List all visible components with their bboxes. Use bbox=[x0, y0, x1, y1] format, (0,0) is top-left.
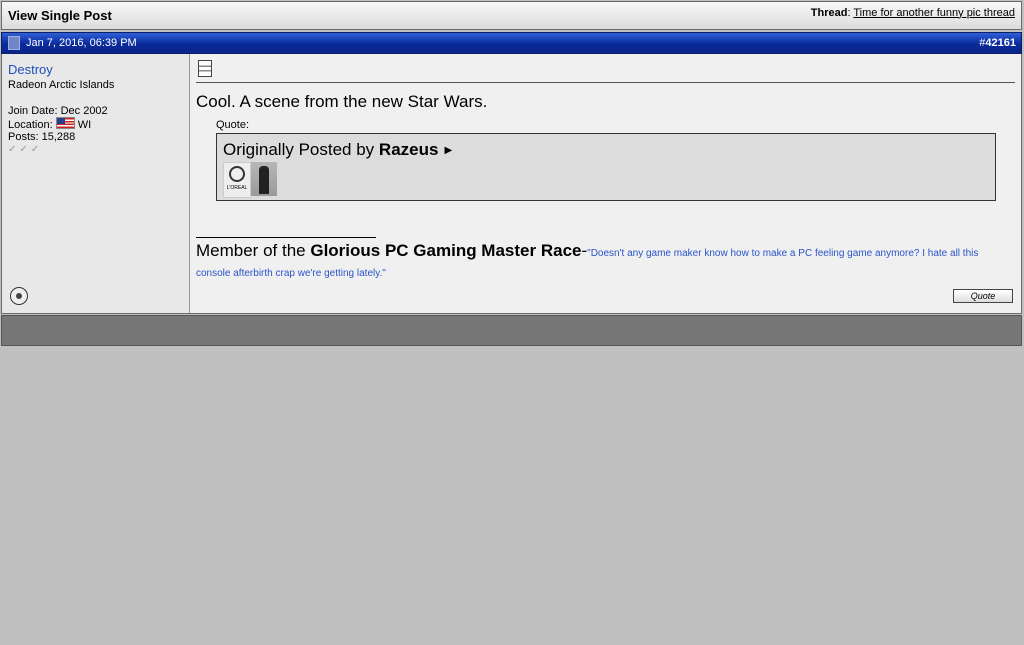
post-count: Posts: 15,288 bbox=[8, 131, 76, 143]
quote-images: L'OREAL bbox=[223, 162, 989, 198]
title-bar: View Single Post Thread: Time for anothe… bbox=[1, 1, 1022, 30]
thread-label: Thread bbox=[810, 6, 848, 19]
signature-bold: Glorious PC Gaming Master Race bbox=[310, 241, 582, 260]
quote-attribution: Originally Posted by Razeus ▶ bbox=[223, 140, 989, 160]
signature-divider bbox=[196, 237, 376, 238]
join-date: Join Date: Dec 2002 bbox=[8, 105, 108, 117]
thread-link[interactable]: Time for another funny pic thread bbox=[853, 7, 1015, 19]
username-link[interactable]: Destroy bbox=[8, 62, 183, 77]
user-info-panel: Destroy Radeon Arctic Islands Join Date:… bbox=[2, 54, 190, 313]
thread-info: Thread: Time for another funny pic threa… bbox=[810, 6, 1015, 19]
post-date-area: Jan 7, 2016, 06:39 PM bbox=[8, 36, 137, 50]
location-value: WI bbox=[77, 119, 92, 131]
quote-box: Originally Posted by Razeus ▶ L'OREAL bbox=[216, 133, 996, 201]
user-title: Radeon Arctic Islands bbox=[8, 79, 115, 91]
quote-button[interactable]: Quote bbox=[953, 289, 1013, 303]
logo-text: L'OREAL bbox=[226, 185, 248, 191]
us-flag-icon bbox=[55, 117, 75, 129]
location-label: Location: bbox=[8, 119, 53, 131]
quote-author: Razeus bbox=[378, 140, 439, 159]
signature-prefix: Member of the bbox=[196, 241, 306, 260]
post-number: #42161 bbox=[979, 37, 1016, 49]
post-number-link[interactable]: 42161 bbox=[985, 37, 1016, 49]
quote-prefix: Originally Posted by bbox=[223, 140, 375, 159]
reputation-icon: ✓✓✓ bbox=[8, 144, 43, 155]
post-body: Destroy Radeon Arctic Islands Join Date:… bbox=[1, 54, 1022, 314]
post-header-bar: Jan 7, 2016, 06:39 PM #42161 bbox=[1, 32, 1022, 54]
single-post-page: View Single Post Thread: Time for anothe… bbox=[1, 1, 1022, 346]
footer-bar bbox=[1, 315, 1022, 346]
offline-status-icon bbox=[10, 287, 28, 305]
post-content: Cool. A scene from the new Star Wars. Qu… bbox=[190, 54, 1021, 313]
quote-image-figure[interactable] bbox=[251, 162, 277, 196]
message-icon bbox=[198, 60, 212, 77]
post-date: Jan 7, 2016, 06:39 PM bbox=[26, 37, 137, 49]
content-divider bbox=[196, 82, 1015, 83]
page-title: View Single Post bbox=[8, 8, 112, 23]
logo-ring-icon bbox=[229, 166, 245, 182]
view-post-arrow-icon[interactable]: ▶ bbox=[444, 145, 452, 156]
post-icon bbox=[8, 36, 20, 50]
quote-image-logo[interactable]: L'OREAL bbox=[223, 162, 251, 198]
quote-label: Quote: bbox=[216, 119, 250, 131]
post-message: Cool. A scene from the new Star Wars. bbox=[196, 92, 488, 111]
location: Location: WI bbox=[8, 117, 183, 131]
signature: Member of the Glorious PC Gaming Master … bbox=[196, 242, 1015, 282]
